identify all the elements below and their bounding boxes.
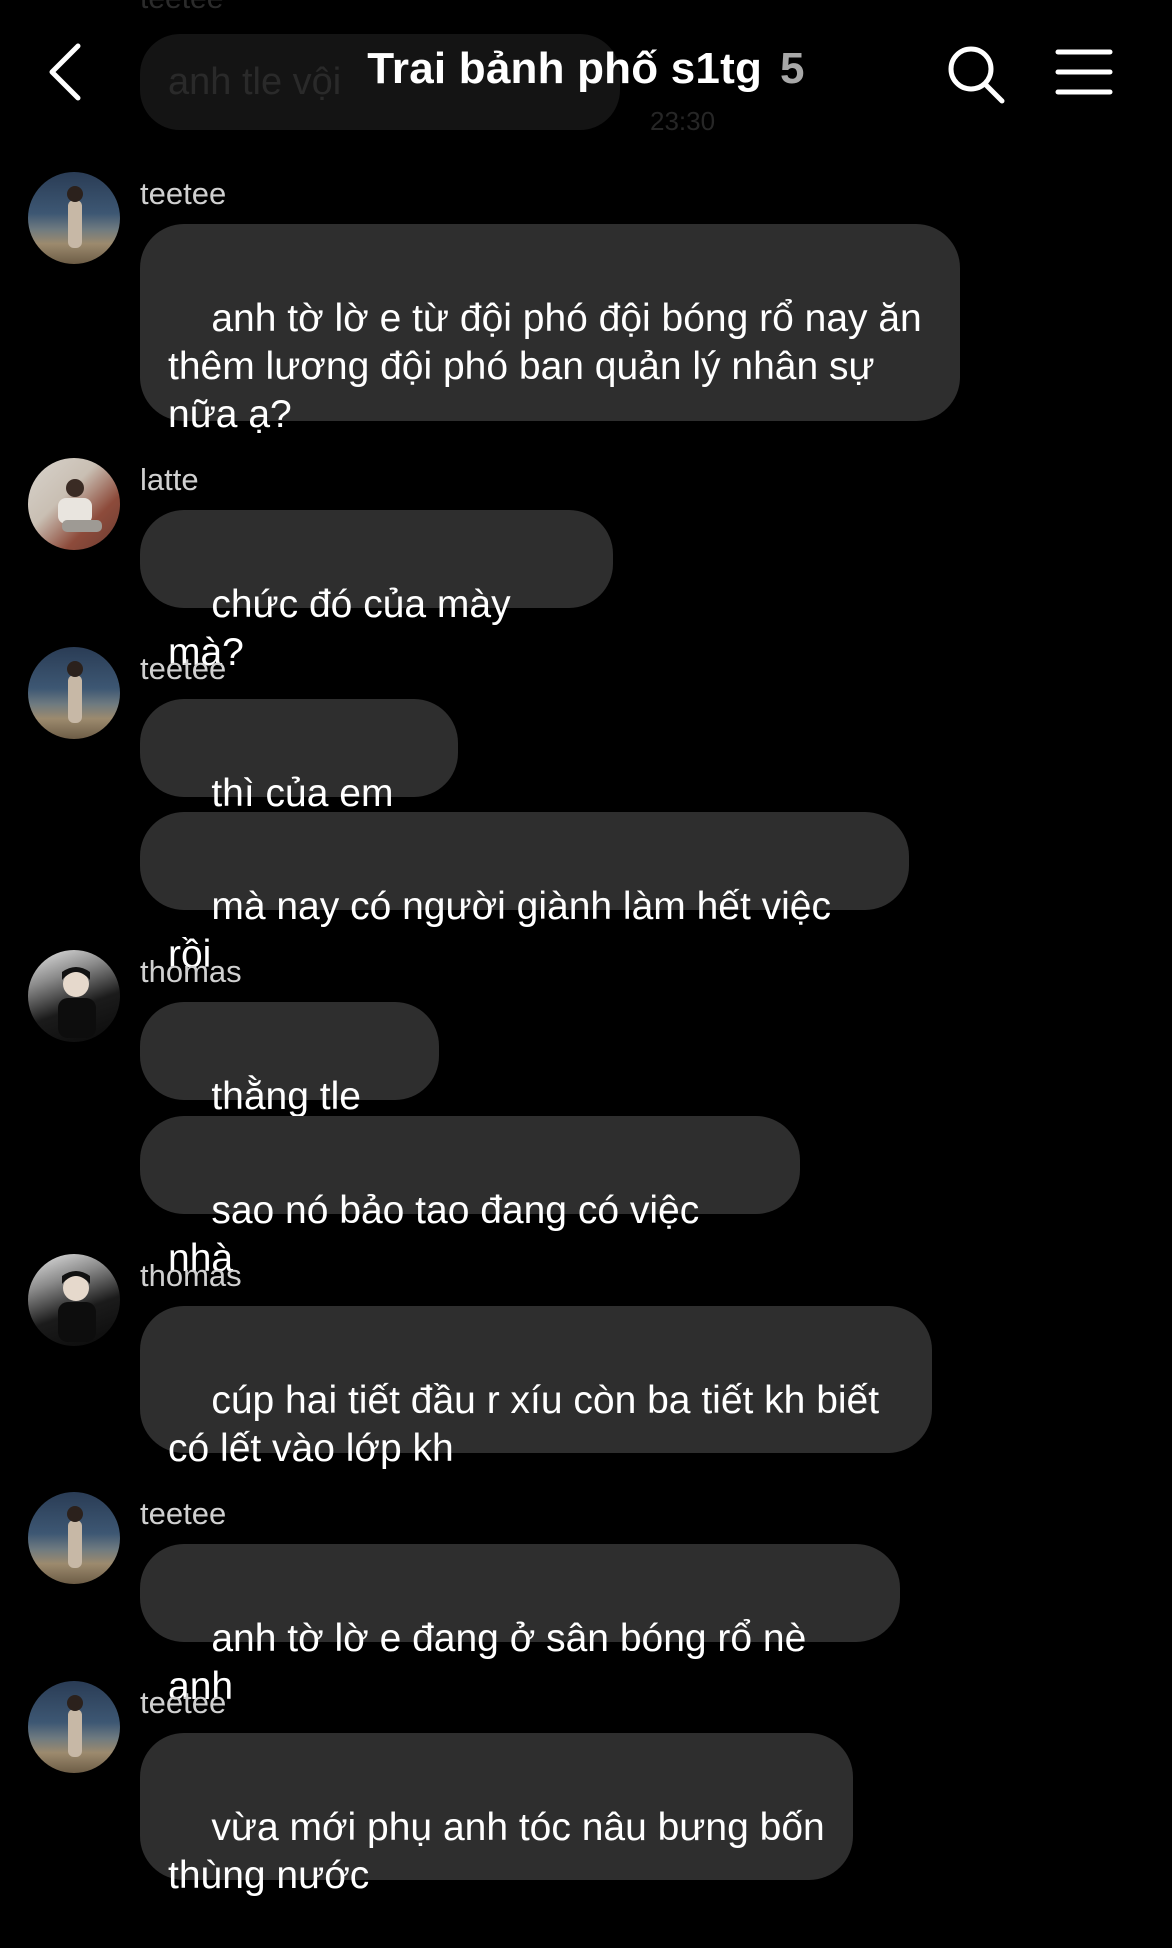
avatar[interactable]	[28, 172, 120, 264]
message-text: vừa mới phụ anh tóc nâu bưng bốn thùng n…	[168, 1806, 836, 1897]
sender-name: teetee	[140, 1685, 227, 1720]
chat-header: Trai bảnh phố s1tg 5	[0, 0, 1172, 150]
message-bubble[interactable]: anh tờ lờ e đang ở sân bóng rổ nè anh	[140, 1544, 900, 1708]
sender-name: teetee	[140, 176, 227, 211]
search-icon	[948, 46, 1005, 104]
avatar[interactable]	[28, 1681, 120, 1773]
sender-name: thomas	[140, 954, 242, 989]
message-bubble[interactable]: thằng tle hả?	[140, 1002, 439, 1166]
message-text: mà nay có người giành làm hết việc rồi	[168, 885, 842, 976]
person-photo-icon	[58, 479, 102, 532]
avatar[interactable]	[28, 950, 120, 1042]
person-photo-icon	[67, 661, 83, 723]
sender-name: thomas	[140, 1258, 242, 1293]
message-bubble[interactable]: anh tờ lờ e từ đội phó đội bóng rổ nay ă…	[140, 224, 960, 436]
person-photo-icon	[58, 1271, 96, 1342]
message-bubble[interactable]: cúp hai tiết đầu r xíu còn ba tiết kh bi…	[140, 1306, 932, 1470]
message-text: cúp hai tiết đầu r xíu còn ba tiết kh bi…	[168, 1379, 890, 1470]
avatar[interactable]	[28, 1254, 120, 1346]
message-bubble[interactable]: thì của em	[140, 699, 458, 860]
member-count: 5	[780, 44, 805, 93]
menu-button[interactable]	[1054, 44, 1114, 104]
person-photo-icon	[67, 1506, 83, 1568]
message-text: thì của em	[211, 772, 394, 815]
message-bubble[interactable]: sao nó bảo tao đang có việc nhà	[140, 1116, 800, 1280]
avatar[interactable]	[28, 647, 120, 739]
message-text: sao nó bảo tao đang có việc nhà	[168, 1189, 711, 1280]
avatar[interactable]	[28, 458, 120, 550]
menu-icon	[1055, 49, 1113, 95]
message-text: anh tờ lờ e từ đội phó đội bóng rổ nay ă…	[168, 297, 933, 436]
message-bubble[interactable]: chức đó của mày mà?	[140, 510, 613, 674]
message-text: anh tờ lờ e đang ở sân bóng rổ nè anh	[168, 1617, 818, 1708]
group-name: Trai bảnh phố s1tg	[367, 44, 763, 93]
sender-name: latte	[140, 462, 199, 497]
sender-name: teetee	[140, 1496, 227, 1531]
message-bubble[interactable]: mà nay có người giành làm hết việc rồi	[140, 812, 909, 976]
search-button[interactable]	[946, 44, 1006, 104]
person-photo-icon	[67, 186, 83, 248]
avatar[interactable]	[28, 1492, 120, 1584]
message-bubble[interactable]: vừa mới phụ anh tóc nâu bưng bốn thùng n…	[140, 1733, 853, 1897]
person-photo-icon	[58, 967, 96, 1038]
sender-name: teetee	[140, 651, 227, 686]
person-photo-icon	[67, 1695, 83, 1757]
